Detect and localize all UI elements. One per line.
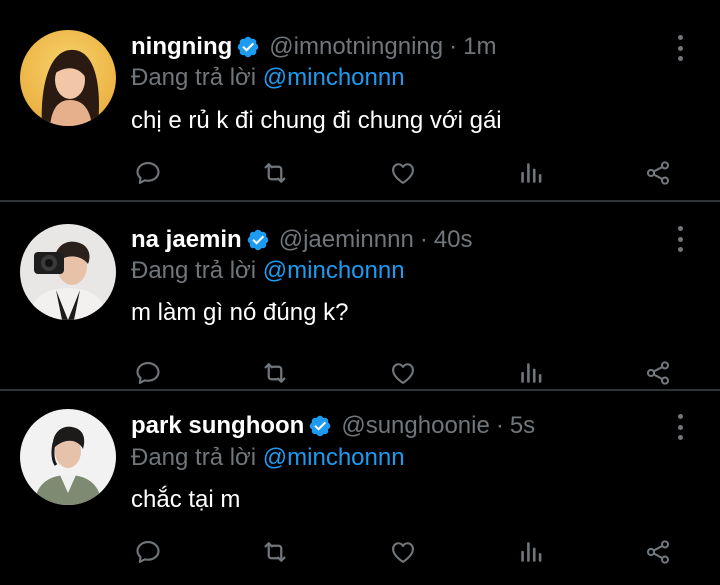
user-handle[interactable]: @jaeminnnn xyxy=(279,226,414,254)
retweet-icon[interactable] xyxy=(258,356,292,390)
display-name[interactable]: na jaemin xyxy=(131,226,242,254)
reply-icon[interactable] xyxy=(131,356,165,390)
mention-link[interactable]: @minchonnn xyxy=(263,64,405,91)
like-icon[interactable] xyxy=(386,156,420,190)
views-icon[interactable] xyxy=(514,156,548,190)
share-icon[interactable] xyxy=(641,535,675,569)
replying-to: Đang trả lời @minchonnn xyxy=(131,64,405,92)
replying-to: Đang trả lời @minchonnn xyxy=(131,257,405,285)
replying-to-label: Đang trả lời xyxy=(131,257,257,284)
share-icon[interactable] xyxy=(641,156,675,190)
avatar[interactable] xyxy=(20,224,116,320)
tweet-text: chắc tại m xyxy=(131,486,241,513)
mention-link[interactable]: @minchonnn xyxy=(263,444,405,471)
more-options-icon[interactable] xyxy=(670,224,690,254)
tweet-actions xyxy=(0,535,720,569)
avatar[interactable] xyxy=(20,30,116,126)
like-icon[interactable] xyxy=(386,356,420,390)
replying-to-label: Đang trả lời xyxy=(131,444,257,471)
verified-badge-icon xyxy=(310,415,331,437)
user-handle[interactable]: @sunghoonie xyxy=(341,412,489,440)
tweet[interactable]: park sunghoon @sunghoonie · 5s Đang trả … xyxy=(0,391,720,585)
display-name[interactable]: park sunghoon xyxy=(131,412,304,440)
replying-to-label: Đang trả lời xyxy=(131,64,257,91)
verified-badge-icon xyxy=(247,229,268,251)
retweet-icon[interactable] xyxy=(258,156,292,190)
timestamp[interactable]: 1m xyxy=(463,33,496,61)
user-handle[interactable]: @imnotningning xyxy=(269,33,443,61)
reply-icon[interactable] xyxy=(131,156,165,190)
share-icon[interactable] xyxy=(641,356,675,390)
tweet-text: m làm gì nó đúng k? xyxy=(131,299,349,326)
tweet[interactable]: ningning @imnotningning · 1m Đang trả lờ… xyxy=(0,0,720,202)
verified-badge-icon xyxy=(238,36,259,58)
avatar[interactable] xyxy=(20,409,116,505)
tweet[interactable]: na jaemin @jaeminnnn · 40s Đang trả lời … xyxy=(0,202,720,391)
tweet-actions xyxy=(0,156,720,190)
replying-to: Đang trả lời @minchonnn xyxy=(131,444,405,472)
mention-link[interactable]: @minchonnn xyxy=(263,257,405,284)
like-icon[interactable] xyxy=(386,535,420,569)
tweet-actions xyxy=(0,356,720,390)
timestamp[interactable]: 5s xyxy=(510,412,535,440)
reply-icon[interactable] xyxy=(131,535,165,569)
retweet-icon[interactable] xyxy=(258,535,292,569)
more-options-icon[interactable] xyxy=(670,33,690,63)
tweet-header: ningning @imnotningning · 1m xyxy=(131,31,496,63)
more-options-icon[interactable] xyxy=(670,412,690,442)
tweet-header: na jaemin @jaeminnnn · 40s xyxy=(131,224,473,256)
separator-dot: · xyxy=(495,412,504,439)
separator-dot: · xyxy=(419,226,428,253)
separator-dot: · xyxy=(449,33,458,60)
display-name[interactable]: ningning xyxy=(131,33,232,61)
tweet-header: park sunghoon @sunghoonie · 5s xyxy=(131,410,535,442)
tweet-text: chị e rủ k đi chung đi chung với gái xyxy=(131,107,502,134)
views-icon[interactable] xyxy=(514,356,548,390)
timestamp[interactable]: 40s xyxy=(434,226,473,254)
views-icon[interactable] xyxy=(514,535,548,569)
